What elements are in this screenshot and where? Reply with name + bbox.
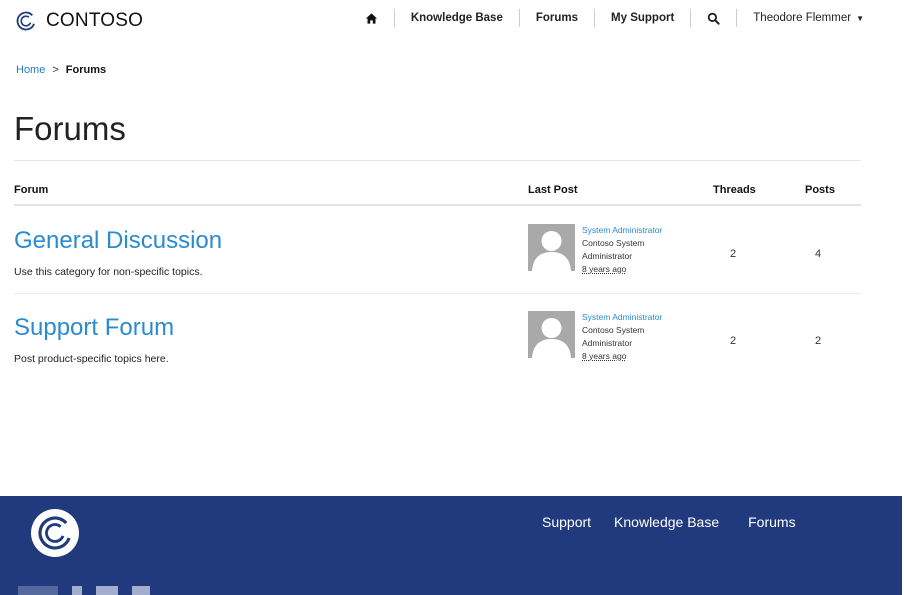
last-post-time: 8 years ago (582, 264, 627, 274)
user-name: Theodore Flemmer (753, 12, 852, 24)
footer-link-support[interactable]: Support (542, 514, 591, 530)
social-icon[interactable] (72, 586, 82, 595)
breadcrumb-home[interactable]: Home (16, 64, 45, 76)
column-header-forum: Forum (14, 184, 49, 196)
post-count: 4 (814, 248, 822, 260)
footer-nav: Support Knowledge Base Forums (542, 514, 796, 530)
breadcrumb-current: Forums (65, 64, 107, 76)
forum-link[interactable]: Support Forum (14, 314, 174, 342)
last-post-org: Contoso System Administrator (582, 238, 645, 261)
footer-link-forums[interactable]: Forums (748, 514, 795, 530)
social-links (18, 586, 150, 595)
forum-link[interactable]: General Discussion (14, 227, 222, 255)
title-divider (14, 160, 861, 161)
contoso-logo-icon (16, 11, 36, 31)
last-post-author[interactable]: System Administrator (582, 225, 662, 235)
nav-home[interactable] (365, 9, 395, 27)
home-icon (365, 12, 377, 24)
thread-count: 2 (729, 248, 737, 260)
avatar[interactable] (528, 224, 575, 271)
avatar-icon (532, 318, 571, 358)
brand-name: CONTOSO (46, 10, 144, 31)
forum-row: Support Forum Post product-specific topi… (14, 293, 861, 381)
post-count: 2 (814, 335, 822, 347)
last-post-author[interactable]: System Administrator (582, 312, 662, 322)
page-title: Forums (14, 110, 126, 147)
last-post-org: Contoso System Administrator (582, 325, 645, 348)
nav-knowledge-base[interactable]: Knowledge Base (395, 9, 520, 27)
column-header-posts: Posts (805, 184, 835, 196)
social-icon[interactable] (18, 586, 58, 595)
last-post: System Administrator Contoso System Admi… (528, 311, 662, 363)
brand-link[interactable]: CONTOSO (16, 10, 143, 32)
nav-forums[interactable]: Forums (520, 9, 596, 27)
social-icon[interactable] (96, 586, 118, 595)
site-header: CONTOSO Knowledge Base Forums My Support… (0, 0, 904, 40)
site-footer: Support Knowledge Base Forums (0, 496, 902, 595)
footer-link-knowledge-base[interactable]: Knowledge Base (614, 514, 719, 530)
avatar-icon (532, 231, 571, 271)
column-header-last-post: Last Post (528, 184, 578, 196)
breadcrumb-separator: > (52, 64, 59, 76)
thread-count: 2 (729, 335, 737, 347)
user-menu[interactable]: Theodore Flemmer ▼ (737, 9, 864, 27)
breadcrumb: Home > Forums (16, 64, 106, 76)
forum-description: Use this category for non-specific topic… (14, 266, 203, 278)
forum-row: General Discussion Use this category for… (14, 206, 861, 294)
contoso-logo-icon[interactable] (31, 509, 79, 557)
main-nav: Knowledge Base Forums My Support Theodor… (365, 8, 864, 28)
search-icon (708, 12, 720, 25)
nav-search[interactable] (691, 9, 738, 27)
avatar[interactable] (528, 311, 575, 358)
last-post: System Administrator Contoso System Admi… (528, 224, 662, 276)
nav-my-support[interactable]: My Support (595, 9, 692, 27)
forum-description: Post product-specific topics here. (14, 353, 169, 365)
last-post-time: 8 years ago (582, 351, 627, 361)
caret-down-icon: ▼ (856, 13, 864, 23)
social-icon[interactable] (132, 586, 150, 595)
column-header-threads: Threads (713, 184, 756, 196)
